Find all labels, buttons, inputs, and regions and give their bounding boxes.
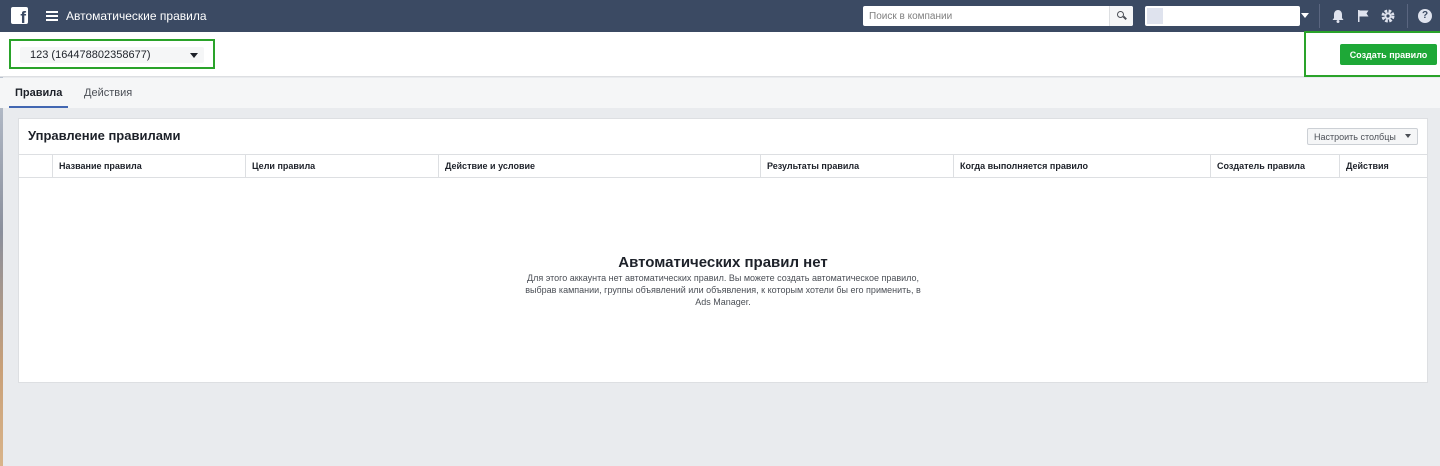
app-title: Автоматические правила bbox=[66, 9, 207, 23]
bell-icon[interactable] bbox=[1330, 8, 1346, 24]
account-switcher[interactable] bbox=[1145, 6, 1300, 26]
divider bbox=[1407, 4, 1408, 28]
column-header-rule-results[interactable]: Результаты правила bbox=[760, 155, 953, 177]
column-header-rule-name[interactable]: Название правила bbox=[52, 155, 245, 177]
search-input[interactable] bbox=[863, 6, 1109, 26]
table-header: Название правила Цели правила Действие и… bbox=[19, 154, 1427, 178]
chevron-down-icon bbox=[1405, 134, 1411, 138]
tab-actions[interactable]: Действия bbox=[84, 78, 132, 108]
column-header-action-condition[interactable]: Действие и условие bbox=[438, 155, 760, 177]
flag-icon[interactable] bbox=[1355, 8, 1371, 24]
gear-icon[interactable] bbox=[1380, 8, 1396, 24]
divider bbox=[1319, 4, 1320, 28]
create-rule-button[interactable]: Создать правило bbox=[1340, 44, 1437, 65]
facebook-logo-icon[interactable]: f bbox=[11, 7, 28, 26]
tab-bar: Правила Действия bbox=[0, 78, 1440, 108]
customize-columns-button[interactable]: Настроить столбцы bbox=[1307, 128, 1418, 145]
search-button[interactable] bbox=[1109, 6, 1133, 26]
page-title: Управление правилами bbox=[28, 128, 181, 143]
column-header-rule-goals[interactable]: Цели правила bbox=[245, 155, 438, 177]
account-selector-label: 123 (164478802358677) bbox=[30, 49, 151, 61]
column-header-rule-creator[interactable]: Создатель правила bbox=[1210, 155, 1339, 177]
tab-rules[interactable]: Правила bbox=[9, 78, 69, 108]
search-bar bbox=[863, 6, 1133, 26]
top-bar: f Автоматические правила ? bbox=[0, 0, 1440, 32]
avatar bbox=[1147, 8, 1163, 24]
account-selector[interactable]: 123 (164478802358677) bbox=[20, 47, 204, 63]
account-selector-highlight: 123 (164478802358677) bbox=[9, 39, 215, 69]
background-edge bbox=[0, 77, 3, 466]
action-bar: 123 (164478802358677) Создать правило bbox=[0, 31, 1440, 77]
empty-state-title: Автоматических правил нет bbox=[618, 254, 828, 271]
empty-state-description: Для этого аккаунта нет автоматических пр… bbox=[525, 273, 921, 307]
help-icon[interactable]: ? bbox=[1418, 9, 1432, 23]
chevron-down-icon bbox=[190, 53, 198, 58]
customize-columns-label: Настроить столбцы bbox=[1314, 131, 1396, 142]
column-header-actions[interactable]: Действия bbox=[1339, 155, 1427, 177]
menu-icon[interactable] bbox=[46, 11, 58, 21]
column-header-rule-schedule[interactable]: Когда выполняется правило bbox=[953, 155, 1210, 177]
chevron-down-icon[interactable] bbox=[1301, 13, 1309, 18]
rules-panel: Управление правилами Настроить столбцы Н… bbox=[18, 118, 1428, 383]
column-select-all[interactable] bbox=[19, 155, 52, 177]
